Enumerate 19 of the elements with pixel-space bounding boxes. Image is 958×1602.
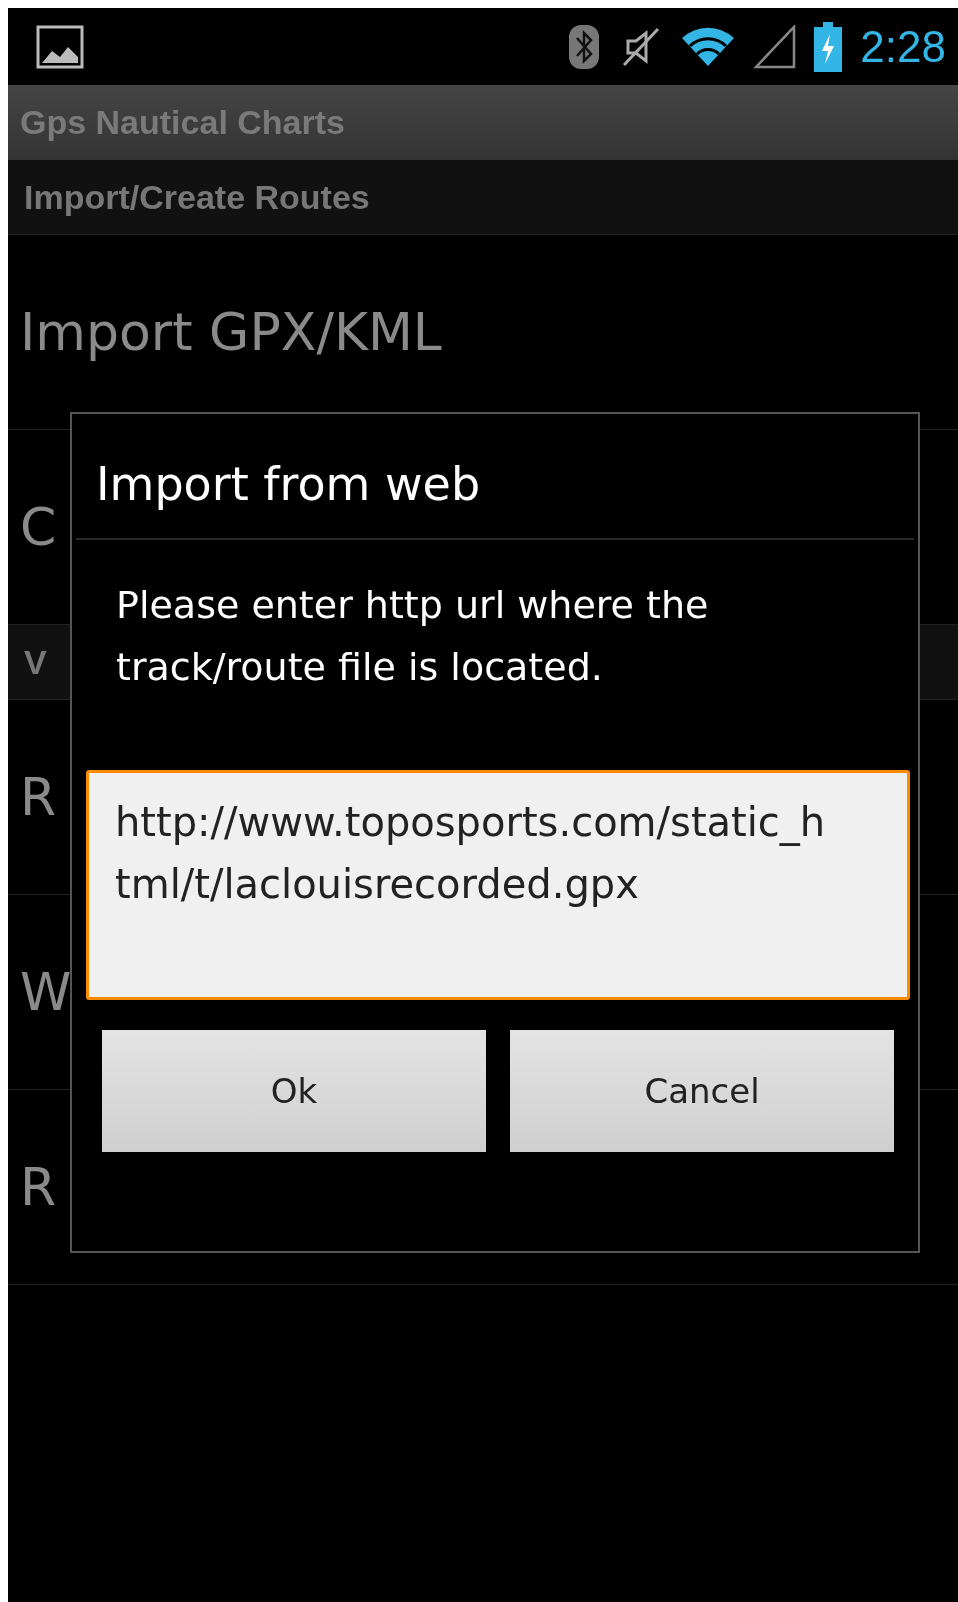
wifi-icon [680,25,737,68]
section-title: Import/Create Routes [24,177,370,217]
clock-time: 2:28 [860,21,946,72]
bluetooth-icon [568,23,601,70]
url-input-field[interactable]: http://www.toposports.com/static_html/t/laclouisrecorded.gpx [86,770,910,1000]
dialog-message: Please enter http url where the track/route file is located. [115,582,710,691]
app-title: Gps Nautical Charts [20,103,345,142]
dialog-button[interactable]: Ok [102,1030,486,1152]
item-label: C [20,497,57,557]
dialog-button[interactable]: Cancel [510,1030,894,1152]
picture-icon [36,24,84,69]
battery-icon [814,21,843,72]
item-label: W [20,962,72,1022]
signal-icon [754,24,797,69]
item-label: R [20,767,57,827]
item-label: Import GPX/KML [20,302,442,362]
section-title: V [24,642,47,682]
dialog-title: Import from web [76,414,914,540]
item-label: R [20,1157,57,1217]
